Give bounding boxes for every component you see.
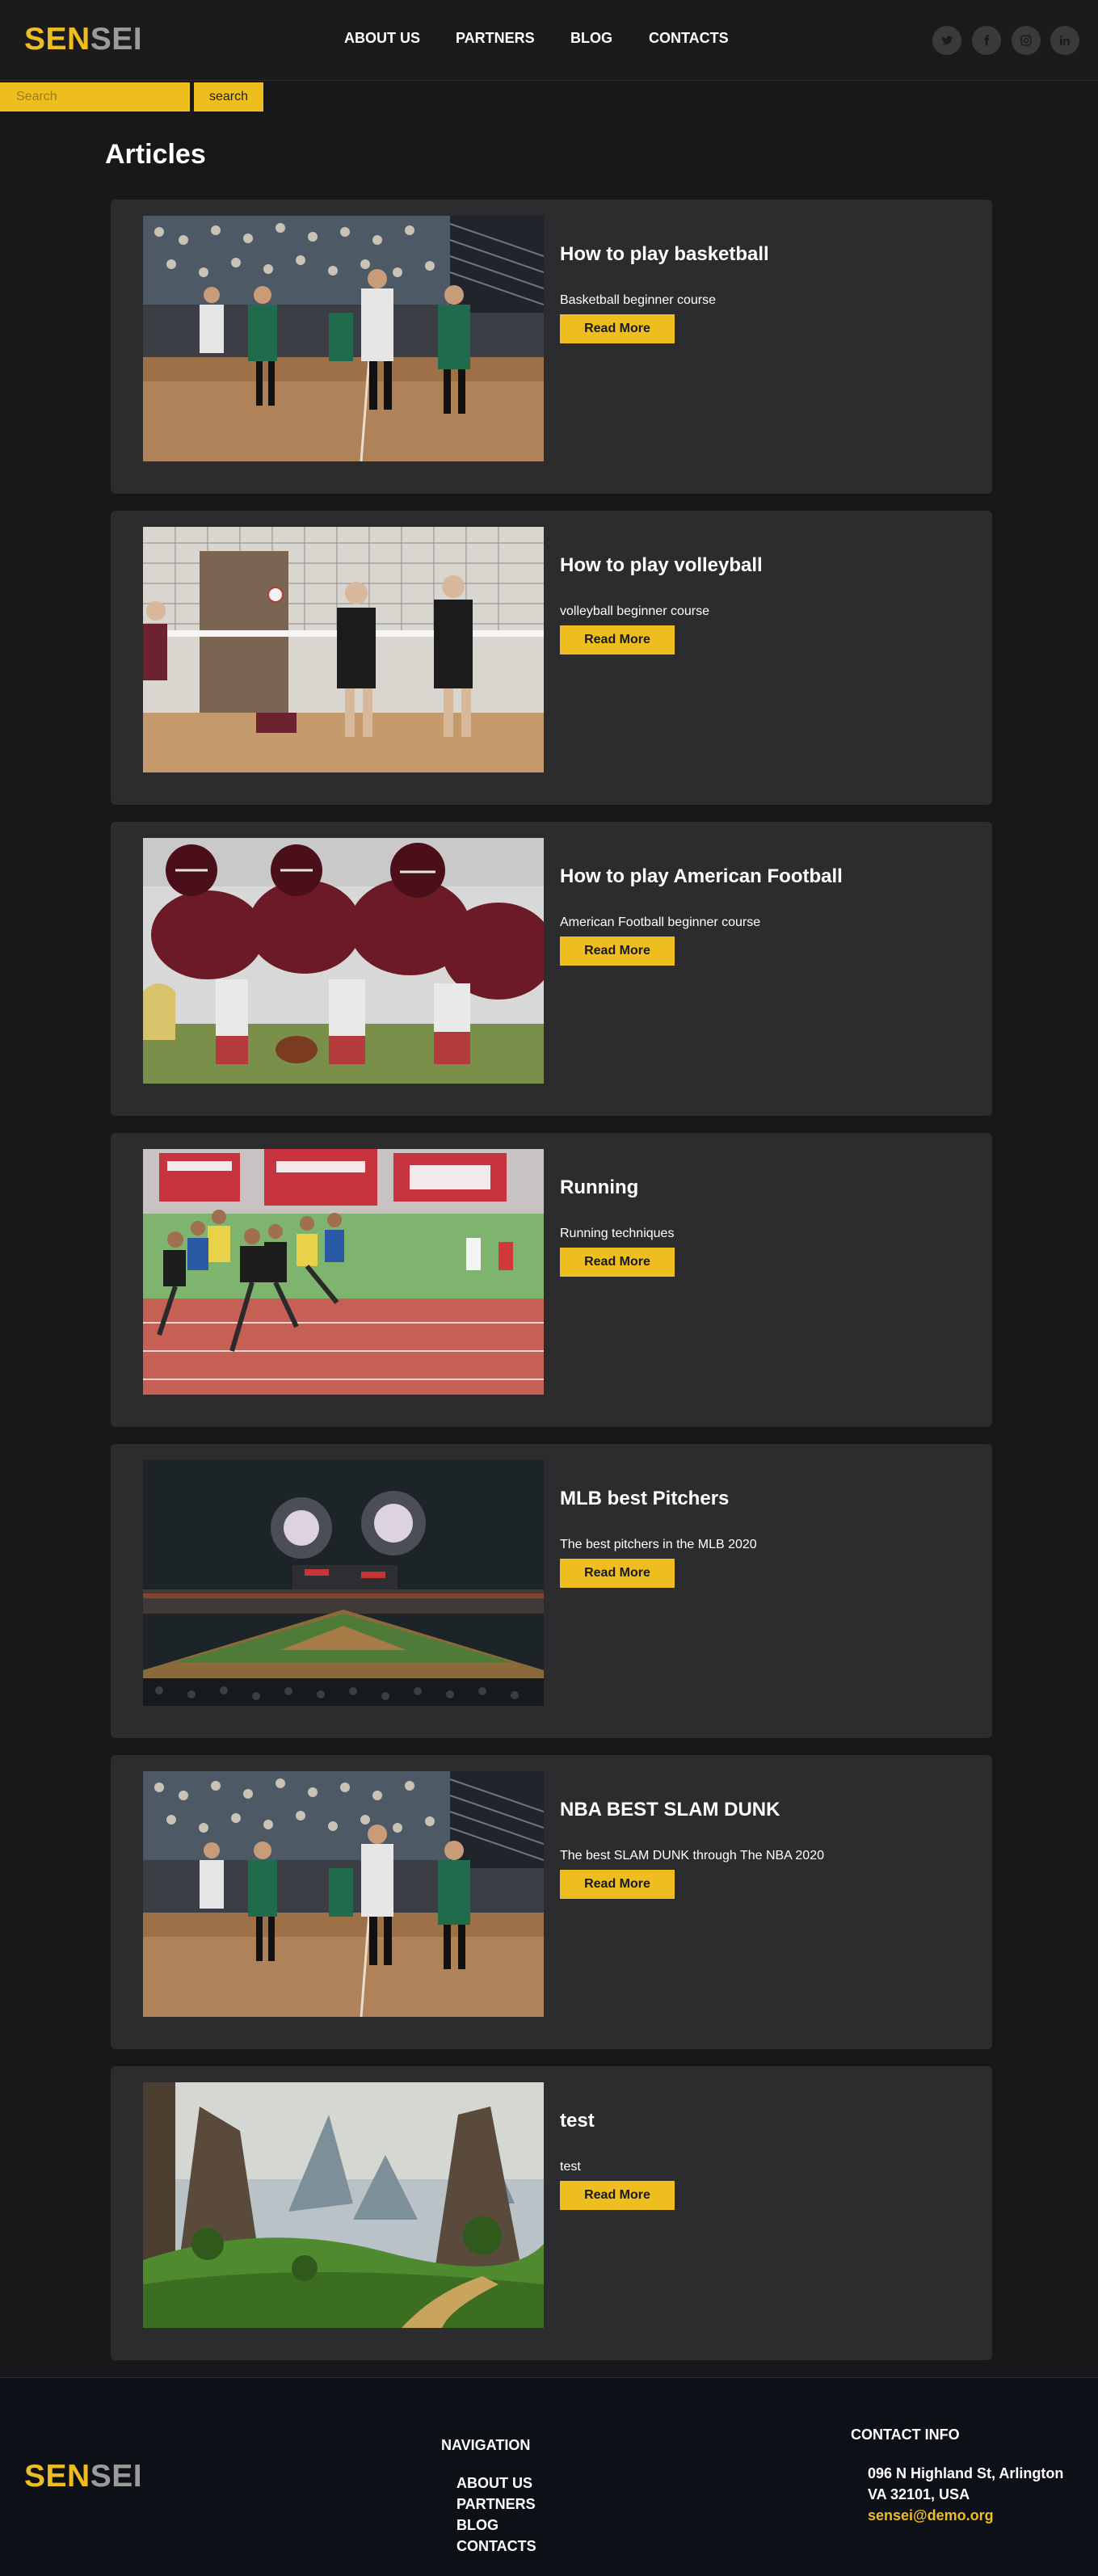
read-more-button[interactable]: Read More [560, 2181, 675, 2210]
instagram-icon[interactable] [1012, 26, 1041, 55]
volleyball-photo[interactable] [143, 527, 544, 772]
american-football-photo[interactable] [143, 838, 544, 1084]
article-description: The best SLAM DUNK through The NBA 2020 [560, 1849, 824, 1863]
article-title[interactable]: How to play American Football [560, 865, 843, 888]
logo-part-sen: SEN [24, 2459, 90, 2494]
article-description: The best pitchers in the MLB 2020 [560, 1538, 757, 1551]
nav-item-blog[interactable]: BLOG [570, 30, 612, 47]
article-description: Basketball beginner course [560, 293, 717, 307]
article-description: American Football beginner course [560, 915, 761, 929]
footer-contact-heading: CONTACT INFO [851, 2427, 960, 2443]
basketball-photo[interactable] [143, 216, 544, 461]
read-more-button[interactable]: Read More [560, 1559, 675, 1588]
read-more-button[interactable]: Read More [560, 1870, 675, 1899]
article-card: test test Read More [111, 2066, 992, 2360]
nav-item-partners[interactable]: PARTNERS [456, 30, 535, 47]
footer-email-link[interactable]: sensei@demo.org [868, 2507, 994, 2524]
article-card: How to play American Football American F… [111, 822, 992, 1116]
article-card: Running Running techniques Read More [111, 1133, 992, 1427]
footer-link-about-us[interactable]: ABOUT US [456, 2475, 532, 2492]
read-more-button[interactable]: Read More [560, 937, 675, 966]
fantasy-landscape-photo[interactable] [143, 2082, 544, 2328]
logo-part-sei: SEI [90, 2459, 143, 2494]
search-input[interactable] [0, 82, 190, 112]
read-more-button[interactable]: Read More [560, 314, 675, 343]
article-description: volleyball beginner course [560, 604, 709, 618]
article-title[interactable]: test [560, 2110, 595, 2132]
article-card: How to play volleyball volleyball beginn… [111, 511, 992, 805]
read-more-button[interactable]: Read More [560, 625, 675, 655]
footer-address-line2: VA 32101, USA [868, 2486, 970, 2502]
linkedin-icon[interactable] [1050, 26, 1079, 55]
footer-address-line1: 096 N Highland St, Arlington [868, 2465, 1064, 2481]
article-card: MLB best Pitchers The best pitchers in t… [111, 1444, 992, 1738]
nav-item-about-us[interactable]: ABOUT US [344, 30, 420, 47]
footer-link-contacts[interactable]: CONTACTS [456, 2538, 536, 2555]
page-title: Articles [105, 139, 206, 170]
article-title[interactable]: MLB best Pitchers [560, 1488, 729, 1510]
article-title[interactable]: How to play volleyball [560, 554, 763, 577]
article-card: How to play basketball Basketball beginn… [111, 200, 992, 494]
baseball-stadium-photo[interactable] [143, 1460, 544, 1706]
search-button[interactable]: search [194, 82, 263, 112]
article-card: NBA BEST SLAM DUNK The best SLAM DUNK th… [111, 1755, 992, 2049]
article-title[interactable]: NBA BEST SLAM DUNK [560, 1799, 780, 1821]
footer-link-blog[interactable]: BLOG [456, 2517, 499, 2534]
footer-logo[interactable]: SENSEI [24, 2459, 142, 2494]
site-footer: SENSEI NAVIGATION ABOUT US PARTNERS BLOG… [0, 2377, 1098, 2576]
site-header: SENSEI ABOUT US PARTNERS BLOG CONTACTS [0, 0, 1098, 81]
footer-navigation-heading: NAVIGATION [441, 2437, 531, 2453]
nav-item-contacts[interactable]: CONTACTS [649, 30, 729, 47]
article-title[interactable]: How to play basketball [560, 243, 769, 266]
facebook-icon[interactable] [972, 26, 1001, 55]
article-description: test [560, 2160, 581, 2174]
article-title[interactable]: Running [560, 1176, 638, 1199]
article-description: Running techniques [560, 1227, 675, 1240]
running-photo[interactable] [143, 1149, 544, 1395]
read-more-button[interactable]: Read More [560, 1248, 675, 1277]
twitter-icon[interactable] [932, 26, 961, 55]
footer-link-partners[interactable]: PARTNERS [456, 2496, 536, 2513]
basketball-photo[interactable] [143, 1771, 544, 2017]
